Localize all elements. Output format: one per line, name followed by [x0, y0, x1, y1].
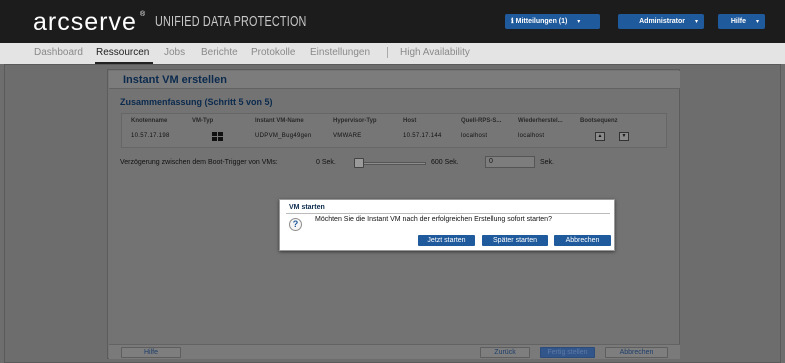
- wizard-title: Instant VM erstellen: [109, 71, 680, 89]
- col-knotenname[interactable]: Knotenname: [131, 118, 167, 124]
- delay-input[interactable]: 0: [485, 156, 535, 168]
- move-down-icon[interactable]: ▼: [619, 132, 629, 141]
- delay-unit: Sek.: [540, 159, 555, 166]
- arcserve-logo[interactable]: arcserve: [33, 10, 137, 35]
- user-label: Administrator: [639, 18, 686, 25]
- wizard-footer: Hilfe Zurück Fertig stellen Abbrechen: [109, 344, 680, 359]
- cancel-button[interactable]: Abbrechen: [605, 347, 668, 358]
- cell-recovery: localhost: [518, 133, 545, 139]
- top-bar: arcserve ® UNIFIED DATA PROTECTION ℹ Mit…: [0, 0, 785, 43]
- delay-slider[interactable]: [354, 162, 426, 165]
- delay-slider-handle[interactable]: [354, 158, 364, 168]
- delay-min-label: 0 Sek.: [316, 159, 336, 166]
- chevron-down-icon: ▾: [694, 19, 698, 25]
- nav-ressourcen[interactable]: Ressourcen: [96, 46, 149, 59]
- start-now-button[interactable]: Jetzt starten: [418, 235, 475, 246]
- col-quell-rps[interactable]: Quell-RPS-S...: [461, 118, 501, 124]
- delay-max-label: 600 Sek.: [431, 159, 459, 166]
- dialog-cancel-button[interactable]: Abbrechen: [554, 235, 611, 246]
- nav-protokolle[interactable]: Protokolle: [251, 46, 295, 59]
- cell-node: 10.57.17.198: [131, 133, 170, 139]
- col-vm-typ[interactable]: VM-Typ: [192, 118, 213, 124]
- start-vm-dialog: VM starten ? Möchten Sie die Instant VM …: [279, 199, 615, 251]
- user-menu-button[interactable]: Administrator ▾: [618, 14, 704, 29]
- info-icon: ℹ: [511, 18, 514, 25]
- messages-button[interactable]: ℹ Mitteilungen (1) ▾: [505, 14, 600, 29]
- col-instant-vm-name[interactable]: Instant VM-Name: [255, 118, 304, 124]
- back-button[interactable]: Zurück: [480, 347, 530, 358]
- cell-hypervisor: VMWARE: [333, 133, 362, 139]
- registered-mark: ®: [140, 11, 146, 18]
- summary-table: Knotenname VM-Typ Instant VM-Name Hyperv…: [121, 113, 667, 148]
- col-wiederherstellung[interactable]: Wiederherstel...: [518, 118, 563, 124]
- cell-vm-name: UDPVM_Bug49gen: [255, 133, 312, 139]
- nav-einstellungen[interactable]: Einstellungen: [310, 46, 370, 59]
- help-button[interactable]: Hilfe: [121, 347, 181, 358]
- cell-source-rps: localhost: [461, 133, 488, 139]
- help-label: Hilfe: [730, 18, 747, 25]
- dialog-message: Möchten Sie die Instant VM nach der erfo…: [315, 216, 552, 223]
- dialog-divider: [286, 213, 610, 214]
- question-icon: ?: [289, 218, 302, 231]
- dialog-title: VM starten: [289, 204, 325, 211]
- main-nav: Dashboard Ressourcen Jobs Berichte Proto…: [0, 43, 785, 64]
- col-hypervisor-typ[interactable]: Hypervisor-Typ: [333, 118, 377, 124]
- summary-heading: Zusammenfassung (Schritt 5 von 5): [120, 97, 273, 107]
- product-name: UNIFIED DATA PROTECTION: [155, 13, 307, 30]
- nav-dashboard[interactable]: Dashboard: [34, 46, 83, 59]
- col-bootsequenz[interactable]: Bootsequenz: [580, 118, 618, 124]
- nav-separator: [387, 47, 388, 58]
- windows-icon: [212, 132, 223, 141]
- nav-berichte[interactable]: Berichte: [201, 46, 238, 59]
- chevron-down-icon: ▾: [755, 19, 759, 25]
- finish-button[interactable]: Fertig stellen: [540, 347, 595, 358]
- cell-host: 10.57.17.144: [403, 133, 442, 139]
- help-menu-button[interactable]: Hilfe ▾: [718, 14, 765, 29]
- delay-label: Verzögerung zwischen dem Boot-Trigger vo…: [120, 159, 278, 166]
- col-host[interactable]: Host: [403, 118, 416, 124]
- move-up-icon[interactable]: ▲: [595, 132, 605, 141]
- start-later-button[interactable]: Später starten: [482, 235, 548, 246]
- nav-jobs[interactable]: Jobs: [164, 46, 185, 59]
- nav-high-availability[interactable]: High Availability: [400, 46, 470, 59]
- chevron-down-icon: ▾: [577, 19, 581, 25]
- messages-label: Mitteilungen (1): [515, 18, 568, 25]
